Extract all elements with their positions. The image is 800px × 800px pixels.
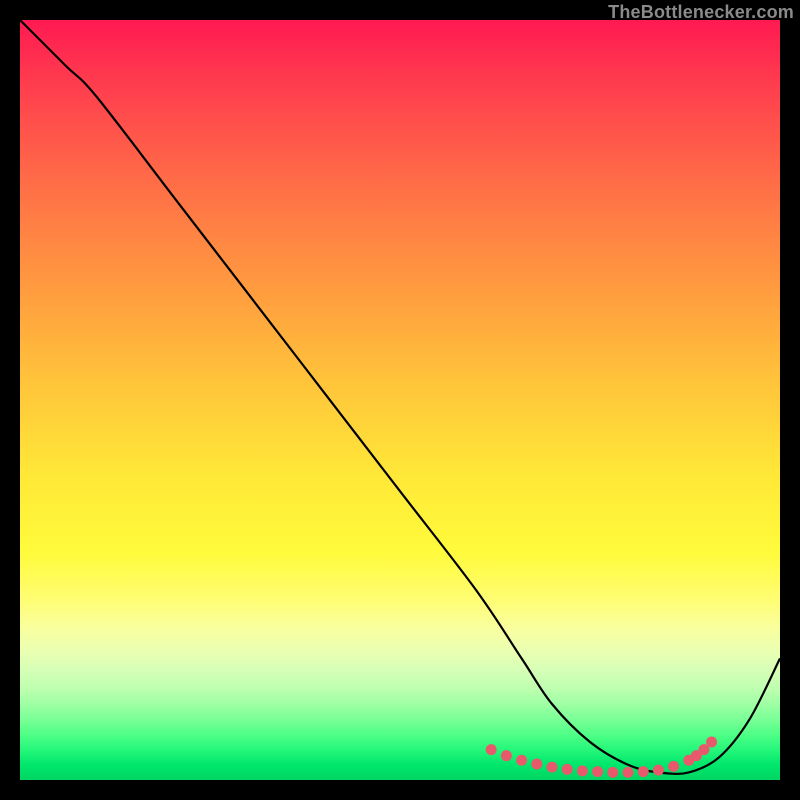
bottleneck-curve bbox=[20, 20, 780, 774]
marker-dot bbox=[577, 765, 588, 776]
marker-dot bbox=[547, 762, 558, 773]
marker-dot bbox=[668, 761, 679, 772]
marker-dot bbox=[531, 759, 542, 770]
marker-dot bbox=[706, 737, 717, 748]
marker-dots bbox=[486, 737, 717, 778]
chart-frame: TheBottlenecker.com bbox=[0, 0, 800, 800]
marker-dot bbox=[638, 766, 649, 777]
marker-dot bbox=[592, 766, 603, 777]
marker-dot bbox=[562, 764, 573, 775]
curve-layer bbox=[20, 20, 780, 780]
marker-dot bbox=[501, 750, 512, 761]
marker-dot bbox=[486, 744, 497, 755]
marker-dot bbox=[653, 765, 664, 776]
marker-dot bbox=[516, 755, 527, 766]
marker-dot bbox=[623, 767, 634, 778]
marker-dot bbox=[607, 767, 618, 778]
gradient-plot-area bbox=[20, 20, 780, 780]
watermark-text: TheBottlenecker.com bbox=[608, 2, 794, 23]
